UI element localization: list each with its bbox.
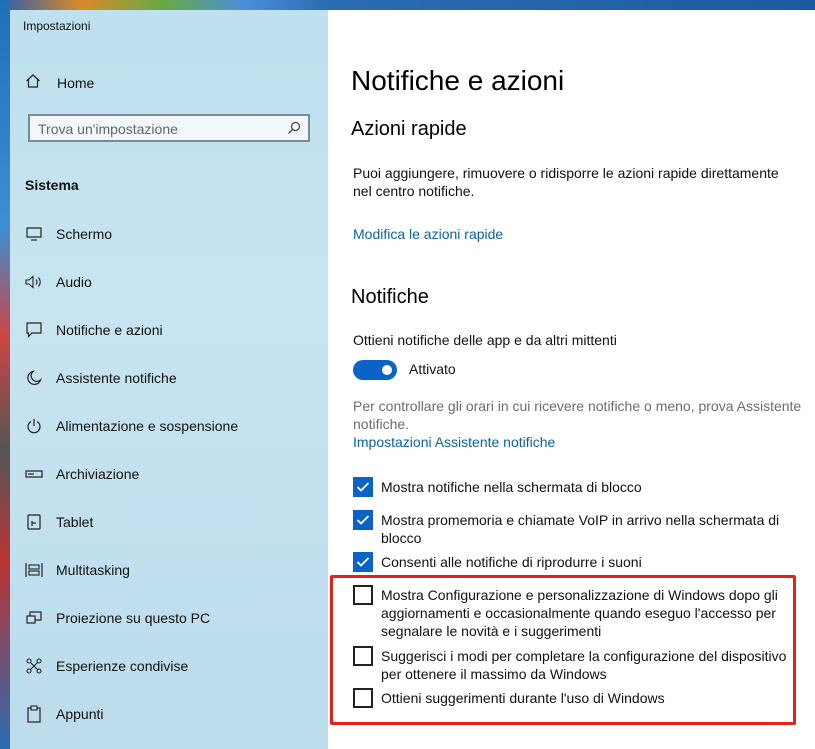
- sidebar-item-label: Notifiche e azioni: [56, 322, 163, 338]
- search-icon[interactable]: [287, 121, 301, 140]
- speaker-icon: [25, 273, 43, 291]
- sidebar-item-alimentazione[interactable]: Alimentazione e sospensione: [25, 414, 238, 438]
- get-notifications-label: Ottieni notifiche delle app e da altri m…: [353, 332, 617, 348]
- sidebar-home[interactable]: Home: [25, 72, 94, 94]
- edit-quick-actions-link[interactable]: Modifica le azioni rapide: [353, 226, 503, 242]
- monitor-icon: [25, 225, 43, 243]
- toggle-state-label: Attivato: [409, 361, 456, 377]
- checkbox-row[interactable]: Consenti alle notifiche di riprodurre i …: [353, 552, 803, 572]
- sidebar-section-title: Sistema: [25, 177, 79, 193]
- checkbox-label: Mostra promemoria e chiamate VoIP in arr…: [381, 512, 780, 546]
- quick-actions-heading: Azioni rapide: [351, 118, 467, 140]
- sidebar-item-archiviazione[interactable]: Archiviazione: [25, 462, 139, 486]
- clipboard-icon: [25, 705, 43, 723]
- projection-icon: [25, 609, 43, 627]
- checkbox-label: Mostra notifiche nella schermata di bloc…: [381, 479, 642, 495]
- home-label: Home: [57, 75, 95, 91]
- sidebar-item-schermo[interactable]: Schermo: [25, 222, 112, 246]
- desktop-background-left: [0, 0, 10, 749]
- checkbox-label: Consenti alle notifiche di riprodurre i …: [381, 554, 642, 570]
- desktop-background-top: [0, 0, 815, 10]
- checkbox-checked[interactable]: [353, 510, 373, 530]
- home-icon: [25, 73, 41, 94]
- sidebar-item-label: Audio: [56, 274, 92, 290]
- notification-icon: [25, 321, 43, 339]
- focus-assist-hint: Per controllare gli orari in cui ricever…: [353, 398, 802, 432]
- power-icon: [25, 417, 43, 435]
- sidebar-item-notifiche[interactable]: Notifiche e azioni: [25, 318, 163, 342]
- settings-sidebar: Impostazioni Home Trova un'impostazione …: [10, 10, 328, 749]
- highlight-box: [330, 575, 796, 725]
- checkbox-checked[interactable]: [353, 477, 373, 497]
- sidebar-item-label: Multitasking: [56, 562, 130, 578]
- sidebar-item-esperienze[interactable]: Esperienze condivise: [25, 654, 188, 678]
- tablet-icon: [25, 513, 43, 531]
- shared-icon: [25, 657, 43, 675]
- notifications-toggle[interactable]: [353, 360, 397, 380]
- toggle-knob: [382, 365, 392, 375]
- storage-icon: [25, 465, 43, 483]
- sidebar-item-multitasking[interactable]: Multitasking: [25, 558, 130, 582]
- sidebar-item-label: Schermo: [56, 226, 113, 242]
- sidebar-item-tablet[interactable]: Tablet: [25, 510, 93, 534]
- sidebar-item-appunti[interactable]: Appunti: [25, 702, 103, 726]
- multitasking-icon: [25, 561, 43, 579]
- checkbox-row[interactable]: Mostra notifiche nella schermata di bloc…: [353, 477, 803, 497]
- sidebar-item-label: Tablet: [56, 514, 94, 530]
- sidebar-item-proiezione[interactable]: Proiezione su questo PC: [25, 606, 210, 630]
- page-title: Notifiche e azioni: [351, 65, 565, 96]
- focus-assist-settings-link[interactable]: Impostazioni Assistente notifiche: [353, 434, 555, 450]
- sidebar-item-label: Assistente notifiche: [56, 370, 177, 386]
- checkbox-row[interactable]: Mostra promemoria e chiamate VoIP in arr…: [353, 510, 803, 547]
- sidebar-item-label: Archiviazione: [56, 466, 140, 482]
- moon-icon: [25, 369, 43, 387]
- sidebar-item-label: Esperienze condivise: [56, 658, 189, 674]
- quick-actions-description: Puoi aggiungere, rimuovere o ridisporre …: [353, 165, 779, 199]
- sidebar-item-label: Proiezione su questo PC: [56, 610, 211, 626]
- sidebar-item-label: Alimentazione e sospensione: [56, 418, 239, 434]
- search-placeholder: Trova un'impostazione: [38, 121, 178, 137]
- sidebar-item-audio[interactable]: Audio: [25, 270, 92, 294]
- sidebar-item-label: Appunti: [56, 706, 104, 722]
- window-title: Impostazioni: [23, 19, 91, 33]
- search-input[interactable]: Trova un'impostazione: [28, 114, 310, 142]
- checkbox-checked[interactable]: [353, 552, 373, 572]
- notifications-heading: Notifiche: [351, 286, 429, 308]
- sidebar-item-assistente[interactable]: Assistente notifiche: [25, 366, 177, 390]
